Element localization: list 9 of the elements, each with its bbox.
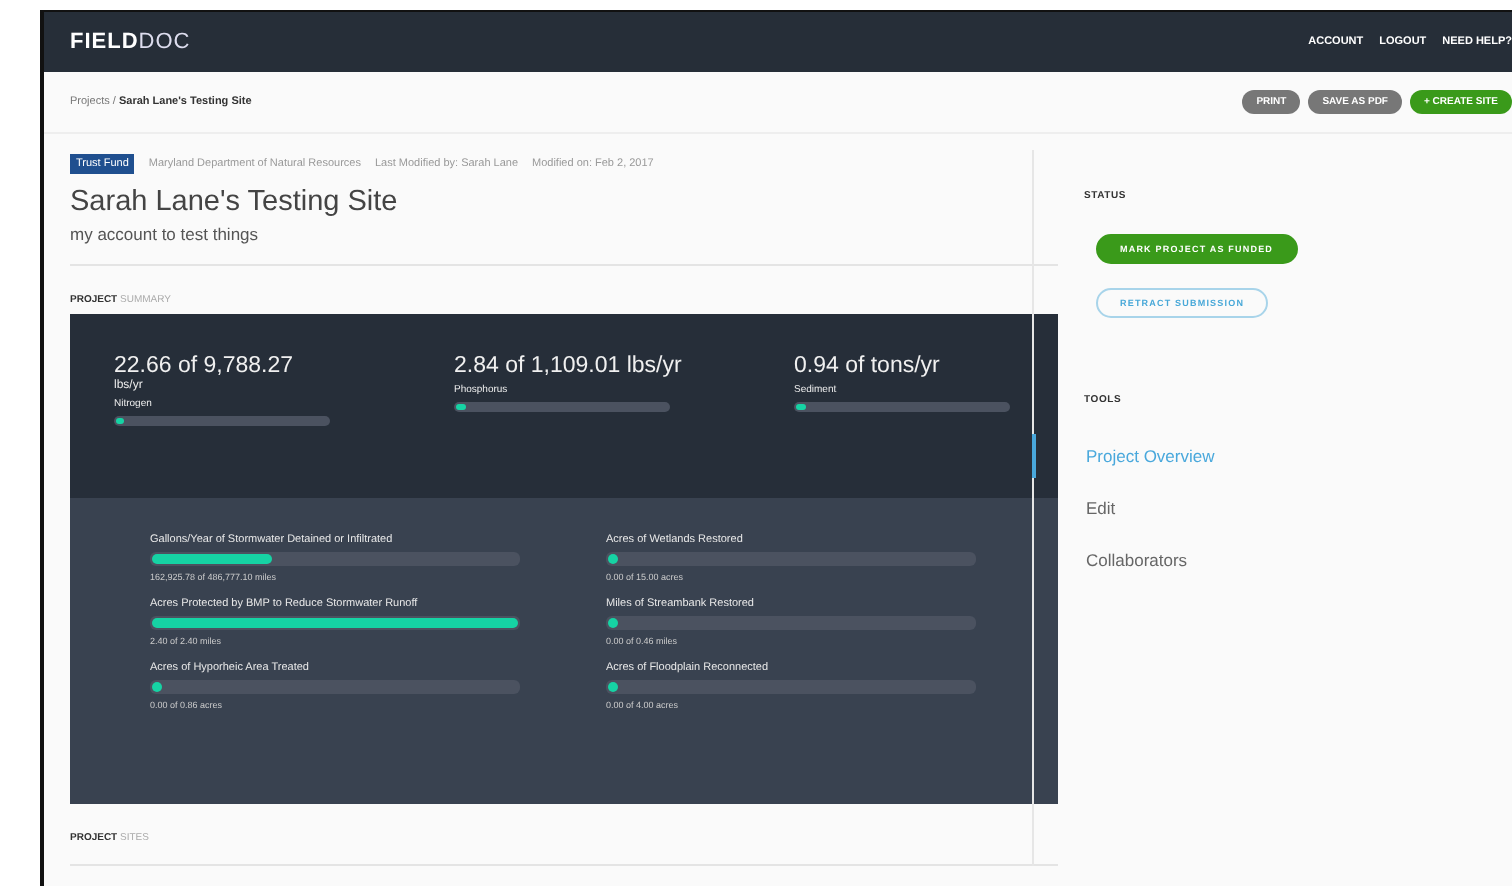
metric-value: 0.94 of tons/yr — [794, 354, 942, 378]
tool-link[interactable]: Project Overview — [1032, 434, 1215, 478]
tool-link[interactable]: Edit — [1032, 486, 1116, 530]
project-description: my account to test things — [70, 224, 261, 244]
metric-value: 2.84 of 1,109.01 lbs/yr — [454, 354, 684, 378]
logo[interactable]: FIELDDOC — [70, 30, 191, 54]
project-title: Sarah Lane's Testing Site — [70, 186, 400, 218]
metric-value: 22.66 of 9,788.27 — [114, 354, 296, 378]
tool-link[interactable]: Collaborators — [1032, 538, 1188, 582]
